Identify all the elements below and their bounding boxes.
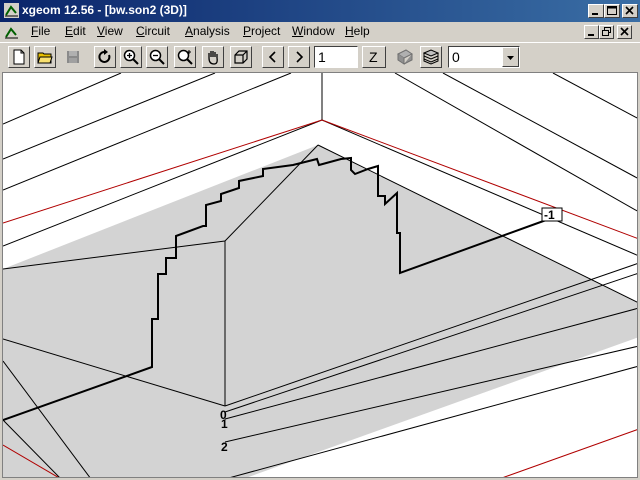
menu-window[interactable]: Window (292, 24, 335, 38)
minimize-icon (588, 34, 594, 36)
next-level-button[interactable] (288, 46, 310, 68)
title-bar[interactable]: xgeom 12.56 - [bw.son2 (3D)] (0, 0, 640, 22)
toolbar: 1 Z 0 (0, 42, 640, 72)
menu-project[interactable]: Project (243, 24, 280, 38)
mesh-button[interactable] (394, 46, 416, 68)
layer-select-value: 0 (452, 49, 460, 65)
doc-close-button[interactable] (617, 25, 632, 39)
window-title: xgeom 12.56 - [bw.son2 (3D)] (22, 3, 187, 17)
mesh-icon (397, 49, 413, 65)
zoom-fit-icon (177, 49, 193, 65)
3d-viewport[interactable]: 0 1 2 -1 (2, 72, 638, 478)
layers-icon (423, 49, 439, 65)
menu-bar: File Edit View Circuit Analysis Project … (0, 22, 640, 42)
maximize-button[interactable] (604, 4, 620, 18)
new-file-icon (13, 49, 25, 65)
close-icon (620, 27, 629, 36)
prev-level-button[interactable] (262, 46, 284, 68)
doc-minimize-button[interactable] (584, 25, 599, 39)
minimize-button[interactable] (588, 4, 604, 18)
hand-icon (208, 51, 218, 65)
menu-circuit[interactable]: Circuit (136, 24, 170, 38)
close-button[interactable] (622, 4, 638, 18)
menu-analysis[interactable]: Analysis (185, 24, 230, 38)
save-icon (67, 51, 79, 63)
rotate-button[interactable] (94, 46, 116, 68)
menu-edit[interactable]: Edit (65, 24, 86, 38)
chevron-right-icon (296, 51, 304, 63)
open-button[interactable] (34, 46, 56, 68)
zoom-in-button[interactable] (120, 46, 142, 68)
rotate-icon (98, 49, 111, 63)
geometry-view[interactable]: 0 1 2 -1 (3, 73, 638, 478)
menu-view[interactable]: View (97, 24, 123, 38)
level-label-1: 1 (221, 417, 228, 431)
layer-select[interactable]: 0 (448, 46, 520, 68)
zoom-out-button[interactable] (146, 46, 168, 68)
zoom-out-icon (149, 49, 165, 65)
level-input[interactable]: 1 (314, 46, 358, 68)
layers-button[interactable] (420, 46, 442, 68)
maximize-icon (607, 6, 617, 15)
open-folder-icon (37, 52, 53, 64)
level-label-2: 2 (221, 440, 228, 454)
menu-file[interactable]: File (31, 24, 50, 38)
document-icon[interactable] (4, 25, 20, 40)
dropdown-arrow-icon (507, 56, 514, 60)
box-3d-icon (234, 50, 248, 64)
minimize-icon (592, 13, 598, 15)
z-button[interactable]: Z (362, 46, 386, 68)
restore-icon (602, 27, 611, 36)
xgeom-app-icon[interactable] (4, 3, 19, 18)
zoom-in-icon (123, 49, 139, 65)
save-button[interactable] (62, 46, 84, 68)
xgeom-window: xgeom 12.56 - [bw.son2 (3D)] File Edit V… (0, 0, 640, 480)
port-label: -1 (544, 208, 555, 222)
chevron-left-icon (268, 51, 276, 63)
doc-restore-button[interactable] (599, 25, 614, 39)
z-label: Z (369, 49, 378, 65)
close-icon (625, 6, 634, 15)
new-button[interactable] (8, 46, 30, 68)
zoom-fit-button[interactable] (174, 46, 196, 68)
layer-select-dropdown[interactable] (502, 47, 519, 67)
box-view-button[interactable] (230, 46, 252, 68)
menu-help[interactable]: Help (345, 24, 370, 38)
pan-button[interactable] (202, 46, 224, 68)
